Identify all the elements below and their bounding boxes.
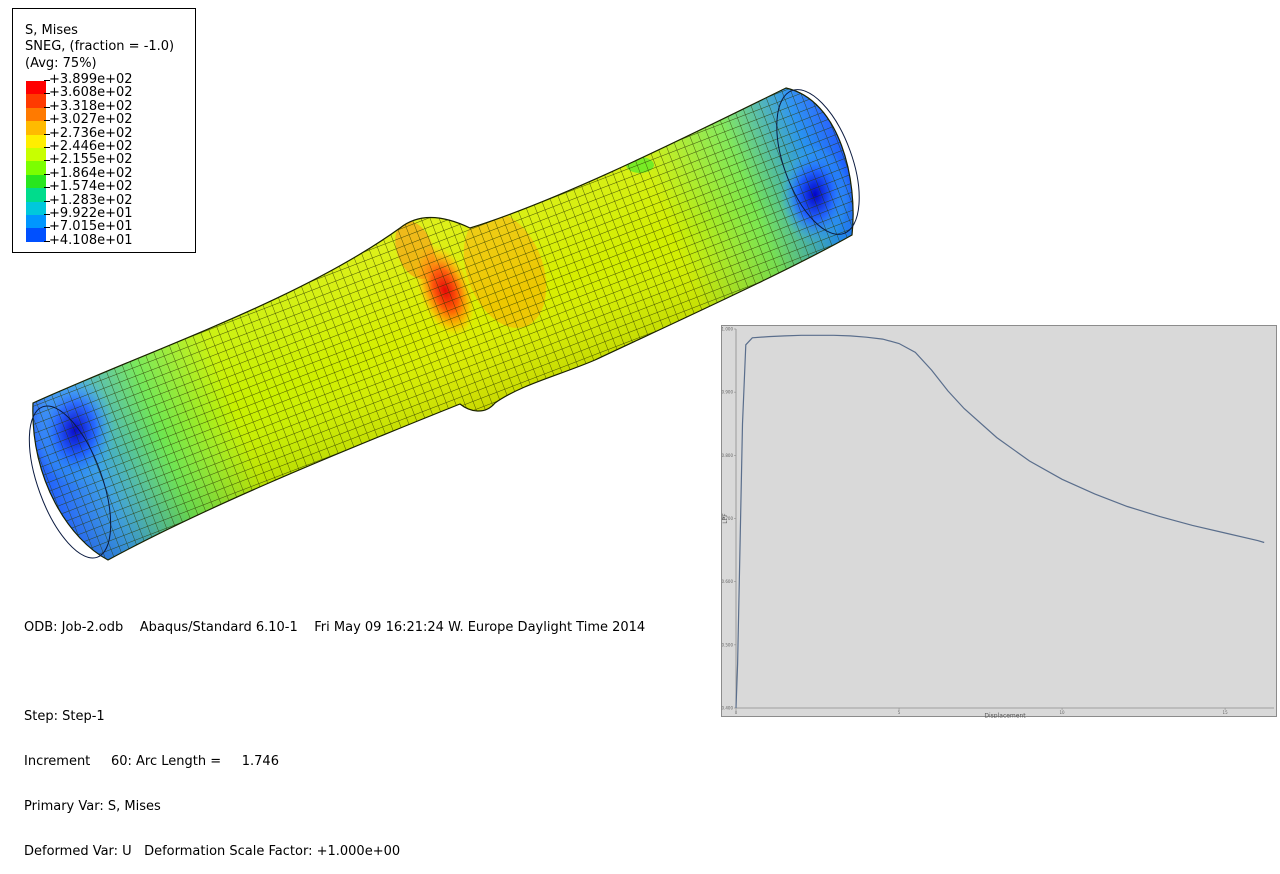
y-axis-label: LPF xyxy=(722,513,729,524)
x-tick-label: 0 xyxy=(735,710,738,715)
primary-var-line: Primary Var: S, Mises xyxy=(24,799,161,814)
job-info-panel: ODB: Job-2.odb Abaqus/Standard 6.10-1 Fr… xyxy=(24,590,645,874)
lpf-curve xyxy=(735,334,1265,709)
step-line: Step: Step-1 xyxy=(24,709,105,724)
chart-svg: 0 5 10 150.4000.5000.6000.7000.8000.9001.00… xyxy=(722,327,1274,719)
x-tick-label: 10 xyxy=(1060,710,1066,715)
deformed-var-line: Deformed Var: U Deformation Scale Factor… xyxy=(24,844,401,859)
odb-info-line: ODB: Job-2.odb Abaqus/Standard 6.10-1 Fr… xyxy=(24,620,646,635)
lpf-displacement-chart[interactable]: 0 5 10 15 0.400 0.500 0.600 0.700 0.800 0.900 1.00… xyxy=(721,325,1277,719)
y-tick-label: 0.400 xyxy=(722,706,733,711)
increment-line: Increment 60: Arc Length = 1.746 xyxy=(24,754,279,769)
y-tick-label: 0.900 xyxy=(722,390,733,395)
y-tick-label: 1.000 xyxy=(722,327,733,332)
x-tick-label: 15 xyxy=(1223,710,1229,715)
x-tick-label: 5 xyxy=(898,710,901,715)
x-axis-label: Displacement xyxy=(984,713,1026,719)
y-tick-label: 0.600 xyxy=(722,579,733,584)
y-tick-label: 0.500 xyxy=(722,642,733,647)
y-tick-label: 0.800 xyxy=(722,453,733,458)
